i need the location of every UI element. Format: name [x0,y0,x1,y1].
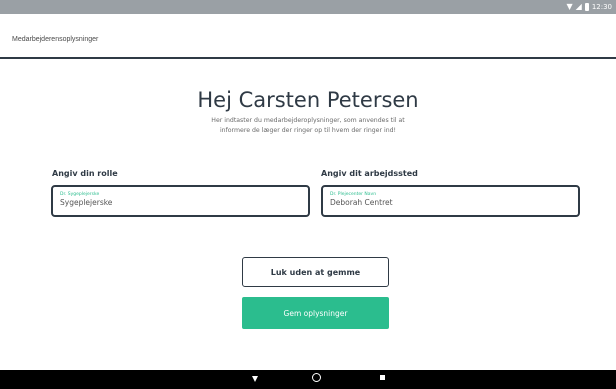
signal-icon: ◢ [575,2,582,11]
status-time: 12:30 [591,3,612,11]
workplace-value: Deborah Centret [330,198,393,207]
app-bar-title: Medarbejderensoplysninger [12,36,99,43]
recent-apps-icon[interactable] [380,375,385,380]
workplace-field[interactable]: Dr. Plejecenter Navn Deborah Centret [321,185,580,217]
page-title: Hej Carsten Petersen [197,88,419,112]
role-value: Sygeplejerske [60,198,113,207]
navigation-bar [0,370,616,389]
close-without-saving-button[interactable]: Luk uden at gemme [242,257,389,287]
save-button[interactable]: Gem oplysninger [242,297,389,329]
app-bar: Medarbejderensoplysninger [0,14,616,59]
workplace-label: Angiv dit arbejdssted [321,169,418,178]
subtitle-line-2: informere de læger der ringer op til hve… [219,127,397,134]
role-label: Angiv din rolle [52,169,118,178]
subtitle-line-1: Her indtaster du medarbejderoplysninger,… [211,117,405,124]
battery-icon [584,3,589,11]
wifi-icon: ▼ [566,2,573,11]
role-float-label: Dr. Sygeplejerske [60,192,100,197]
back-icon[interactable] [252,376,258,382]
workplace-float-label: Dr. Plejecenter Navn [330,192,377,197]
home-icon[interactable] [312,373,321,382]
page-subtitle: Her indtaster du medarbejderoplysninger,… [158,116,458,136]
role-field[interactable]: Dr. Sygeplejerske Sygeplejerske [51,185,310,217]
status-bar: ▼ ◢ 12:30 [0,0,616,14]
status-icons: ▼ ◢ 12:30 [566,1,612,13]
